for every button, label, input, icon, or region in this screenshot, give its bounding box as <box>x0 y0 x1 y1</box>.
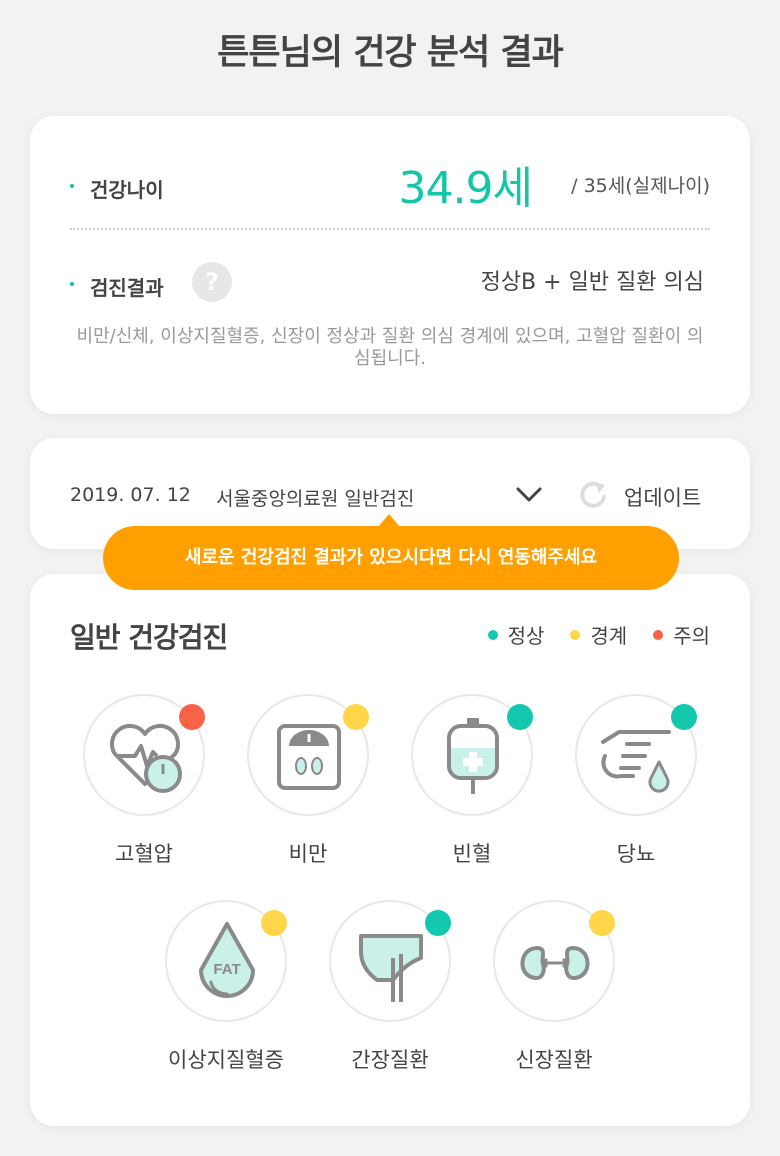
reconnect-tooltip: 새로운 건강검진 결과가 있으시다면 다시 연동해주세요 <box>103 526 679 590</box>
fat-label: FAT <box>213 961 240 978</box>
disease-name: 당뇨 <box>616 842 656 866</box>
result-value: 정상B + 일반 질환 의심 <box>480 270 704 295</box>
status-dot-borderline <box>589 910 615 936</box>
status-dot-normal <box>507 704 533 730</box>
chevron-down-icon[interactable] <box>514 482 544 508</box>
disease-icon-circle <box>493 900 615 1022</box>
legend-item-normal: 정상 <box>487 620 545 649</box>
fat-drop-icon: FAT <box>199 922 255 998</box>
legend-label: 경계 <box>590 624 628 648</box>
disease-item-dyslipidemia[interactable]: FAT 이상지질혈증 <box>144 900 308 1074</box>
disease-icon-circle <box>247 694 369 816</box>
heart-pressure-icon <box>109 724 182 793</box>
legend-dot-caution <box>653 629 664 640</box>
disease-name: 신장질환 <box>515 1048 593 1072</box>
page-title: 튼튼님의 건강 분석 결과 <box>217 33 564 73</box>
disease-icon-circle: FAT <box>165 900 287 1022</box>
disease-item-anemia[interactable]: 빈혈 <box>390 694 554 868</box>
status-dot-borderline <box>261 910 287 936</box>
real-age: / 35세(실제나이) <box>571 175 710 197</box>
result-label: 검진결과 <box>90 276 164 300</box>
result-description: 비만/신체, 이상지질혈증, 신장이 정상과 질환 의심 경계에 있으며, 고혈… <box>76 326 704 369</box>
disease-name: 빈혈 <box>452 842 492 866</box>
health-summary-card: 건강나이 34.9세 / 35세(실제나이) 검진결과 ? 정상B + 일반 질… <box>30 116 750 414</box>
bullet-dot <box>70 282 74 286</box>
bullet-dot <box>70 184 74 188</box>
disease-name: 고혈압 <box>115 842 173 866</box>
legend-dot-borderline <box>570 629 581 640</box>
status-dot-borderline <box>343 704 369 730</box>
checkup-date: 2019. 07. 12 <box>70 484 191 506</box>
disease-item-kidney[interactable]: 신장질환 <box>472 900 636 1074</box>
disease-icon-circle <box>83 694 205 816</box>
scale-icon <box>277 724 341 790</box>
legend-item-caution: 주의 <box>653 620 710 649</box>
disease-icon-circle <box>411 694 533 816</box>
kidney-icon <box>520 945 590 981</box>
status-dot-caution <box>179 704 205 730</box>
general-checkup-card: 일반 건강검진 정상 경계 주의 고혈압 비만 빈혈 당뇨 FAT 이상지질혈증… <box>30 574 750 1126</box>
status-legend: 정상 경계 주의 <box>487 620 710 649</box>
divider <box>70 228 710 230</box>
legend-label: 주의 <box>673 624 710 648</box>
legend-dot-normal <box>487 629 498 640</box>
section-title: 일반 건강검진 <box>70 621 228 654</box>
status-dot-normal <box>671 704 697 730</box>
disease-icon-circle <box>329 900 451 1022</box>
finger-blood-drop-icon <box>601 730 671 793</box>
help-icon[interactable]: ? <box>192 262 232 302</box>
status-dot-normal <box>425 910 451 936</box>
disease-item-obesity[interactable]: 비만 <box>226 694 390 868</box>
disease-item-hypertension[interactable]: 고혈압 <box>62 694 226 868</box>
refresh-icon[interactable] <box>576 478 610 512</box>
disease-item-liver[interactable]: 간장질환 <box>308 900 472 1074</box>
disease-name: 간장질환 <box>351 1048 429 1072</box>
disease-icon-circle <box>575 694 697 816</box>
disease-name: 비만 <box>288 842 328 866</box>
health-age-value: 34.9세 <box>398 163 533 214</box>
update-button[interactable]: 업데이트 <box>624 482 701 512</box>
checkup-hospital: 서울중앙의료원 일반검진 <box>216 488 415 510</box>
liver-icon <box>359 934 423 1002</box>
disease-item-diabetes[interactable]: 당뇨 <box>554 694 718 868</box>
health-age-label: 건강나이 <box>90 178 164 202</box>
legend-label: 정상 <box>507 624 545 648</box>
legend-item-borderline: 경계 <box>570 620 627 649</box>
blood-bag-icon <box>447 718 499 794</box>
disease-name: 이상지질혈증 <box>168 1048 284 1072</box>
